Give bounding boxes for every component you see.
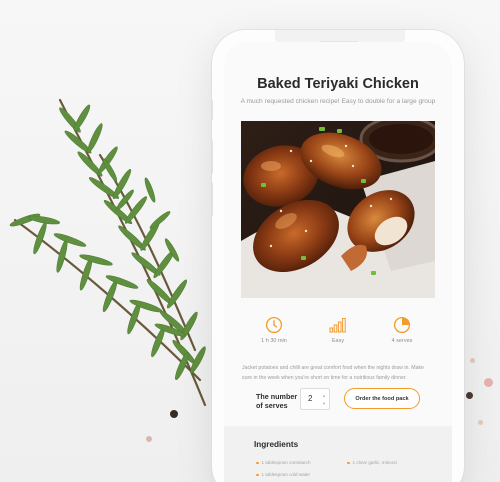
stat-time-label: 1 h 30 min (261, 338, 287, 344)
recipe-screen: Baked Teriyaki Chicken A much requested … (224, 42, 452, 482)
clock-icon (265, 316, 283, 334)
difficulty-bars-icon (329, 318, 346, 333)
stat-time: 1 h 30 min (244, 316, 304, 344)
peppercorn-decoration (478, 420, 483, 425)
serves-label: The number of serves (256, 392, 298, 410)
recipe-description: Jacket potatoes and chilli are great com… (242, 365, 424, 381)
peppercorn-decoration (466, 392, 473, 399)
recipe-subtitle: A much requested chicken recipe! Easy to… (240, 98, 436, 105)
ingredients-section: Ingredients 1 tablespoon cornstarch 1 cl… (224, 426, 452, 482)
stat-difficulty-label: Easy (331, 338, 345, 344)
stat-serves: 4 serves (372, 316, 432, 344)
peppercorn-decoration (470, 358, 475, 363)
ingredient-item: 1 tablespoon cornstarch (256, 460, 311, 465)
servings-pie-icon (393, 316, 411, 334)
phone-mockup: Baked Teriyaki Chicken A much requested … (212, 30, 464, 482)
peppercorn-decoration (170, 410, 178, 418)
ingredient-item: 1 clove garlic, minced (347, 460, 397, 465)
order-food-pack-button[interactable]: Order the food pack (344, 388, 420, 409)
ingredients-title: Ingredients (254, 440, 299, 449)
stat-difficulty: Easy (308, 316, 368, 344)
serves-value: 2 (308, 394, 313, 403)
recipe-title: Baked Teriyaki Chicken (257, 76, 419, 92)
serves-stepper[interactable]: 2 ▲ ▼ (300, 388, 330, 410)
recipe-photo (241, 121, 435, 298)
stepper-down-icon[interactable]: ▼ (322, 402, 326, 406)
stat-serves-label: 4 serves (391, 338, 413, 344)
ingredient-item: 1 tablespoon cold water (256, 472, 311, 477)
recipe-stats: 1 h 30 min Easy 4 serves (241, 316, 435, 356)
peppercorn-decoration (146, 436, 152, 442)
stepper-up-icon[interactable]: ▲ (322, 394, 326, 398)
peppercorn-decoration (484, 378, 493, 387)
